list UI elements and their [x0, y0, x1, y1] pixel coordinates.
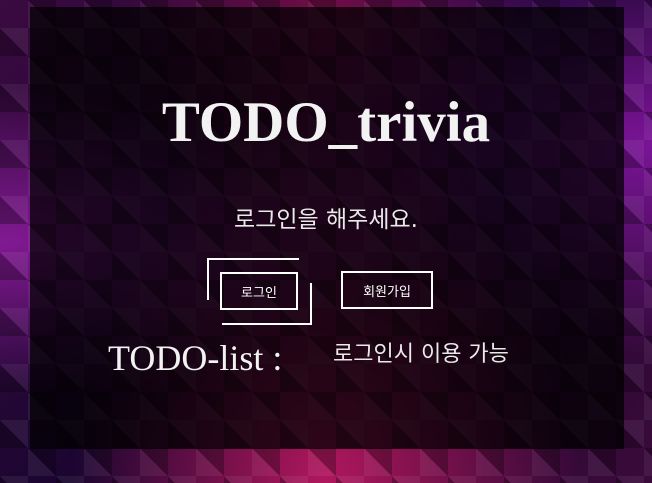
login-button[interactable]: 로그인 — [220, 272, 298, 310]
todo-list-label: TODO-list : — [108, 338, 283, 378]
app-title: TODO_trivia — [161, 91, 491, 154]
todo-availability-note: 로그인시 이용 가능 — [333, 342, 509, 367]
signup-button[interactable]: 회원가입 — [341, 271, 433, 309]
login-prompt: 로그인을 해주세요. — [234, 207, 418, 233]
